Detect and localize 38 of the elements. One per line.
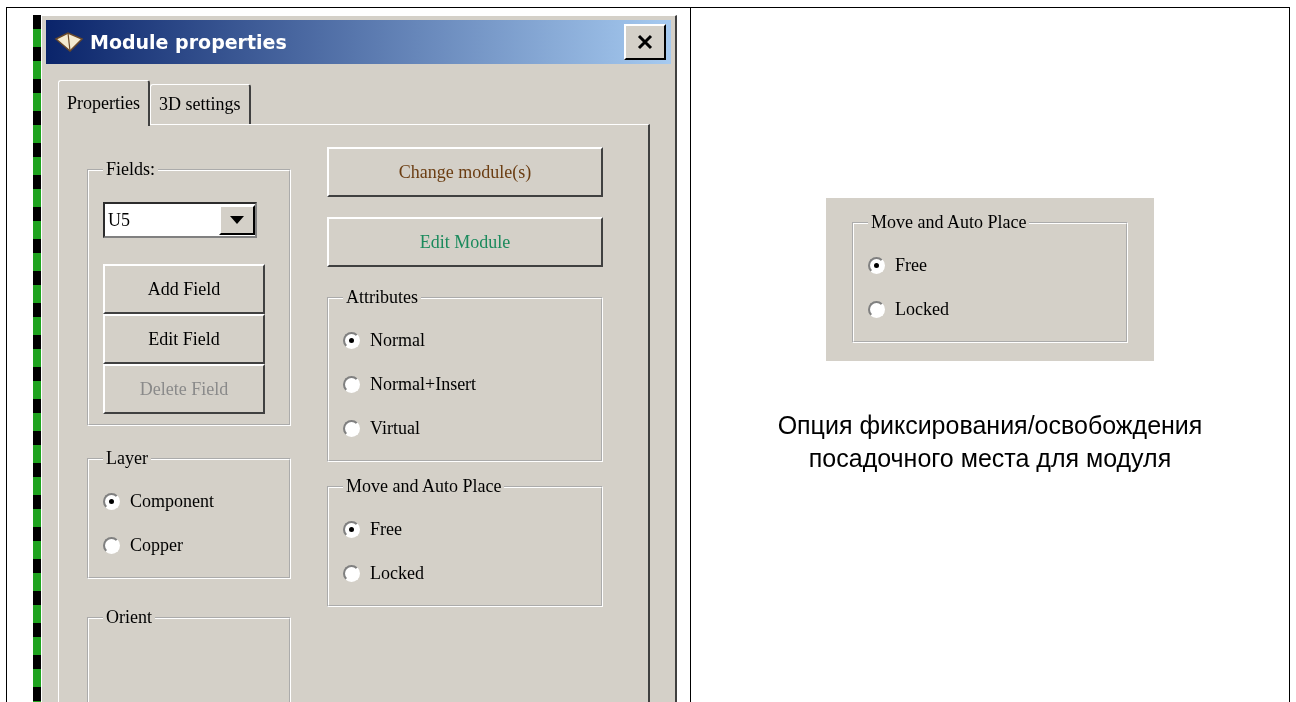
- radio-button[interactable]: [343, 520, 360, 538]
- dropdown-value: U5: [108, 209, 131, 231]
- group-title: Attributes: [345, 287, 419, 308]
- radio-label: Locked: [370, 562, 424, 584]
- radio-button[interactable]: [343, 331, 360, 349]
- radio-button[interactable]: [103, 492, 120, 510]
- radio-button[interactable]: [343, 375, 360, 393]
- radio-button[interactable]: [868, 300, 885, 318]
- group-title: Move and Auto Place: [345, 476, 503, 497]
- window-title: Module properties: [90, 31, 288, 53]
- radio-label: Normal+Insert: [370, 373, 477, 395]
- radio-label: Free: [895, 254, 927, 276]
- group-title: Fields:: [105, 159, 156, 180]
- radio-button[interactable]: [868, 256, 885, 274]
- book-icon: [54, 31, 84, 53]
- tab[interactable]: Properties: [58, 80, 150, 126]
- radio-button[interactable]: [343, 419, 360, 437]
- caret-icon: [230, 216, 244, 224]
- field-button[interactable]: Add Field: [103, 264, 265, 314]
- dropdown[interactable]: U5: [103, 202, 257, 238]
- radio-label: Locked: [895, 298, 949, 320]
- radio-button[interactable]: [103, 536, 120, 554]
- group-title: Layer: [105, 448, 149, 469]
- module-button[interactable]: Change module(s): [327, 147, 603, 197]
- radio-button[interactable]: [343, 564, 360, 582]
- radio-label: Free: [370, 518, 402, 540]
- field-button[interactable]: Edit Field: [103, 314, 265, 364]
- group-title: Orient: [105, 607, 153, 628]
- close-icon: [637, 34, 653, 50]
- radio-label: Normal: [370, 329, 425, 351]
- radio-label: Virtual: [370, 417, 420, 439]
- radio-label: Component: [130, 490, 214, 512]
- dropdown-button[interactable]: [219, 205, 255, 235]
- radio-label: Copper: [130, 534, 183, 556]
- caption: Опция фиксирования/освобождения посадочного места для модуля: [776, 410, 1204, 474]
- close-button[interactable]: [624, 24, 666, 60]
- group-title: Move and Auto Place: [870, 212, 1028, 233]
- tab[interactable]: 3D settings: [150, 84, 251, 124]
